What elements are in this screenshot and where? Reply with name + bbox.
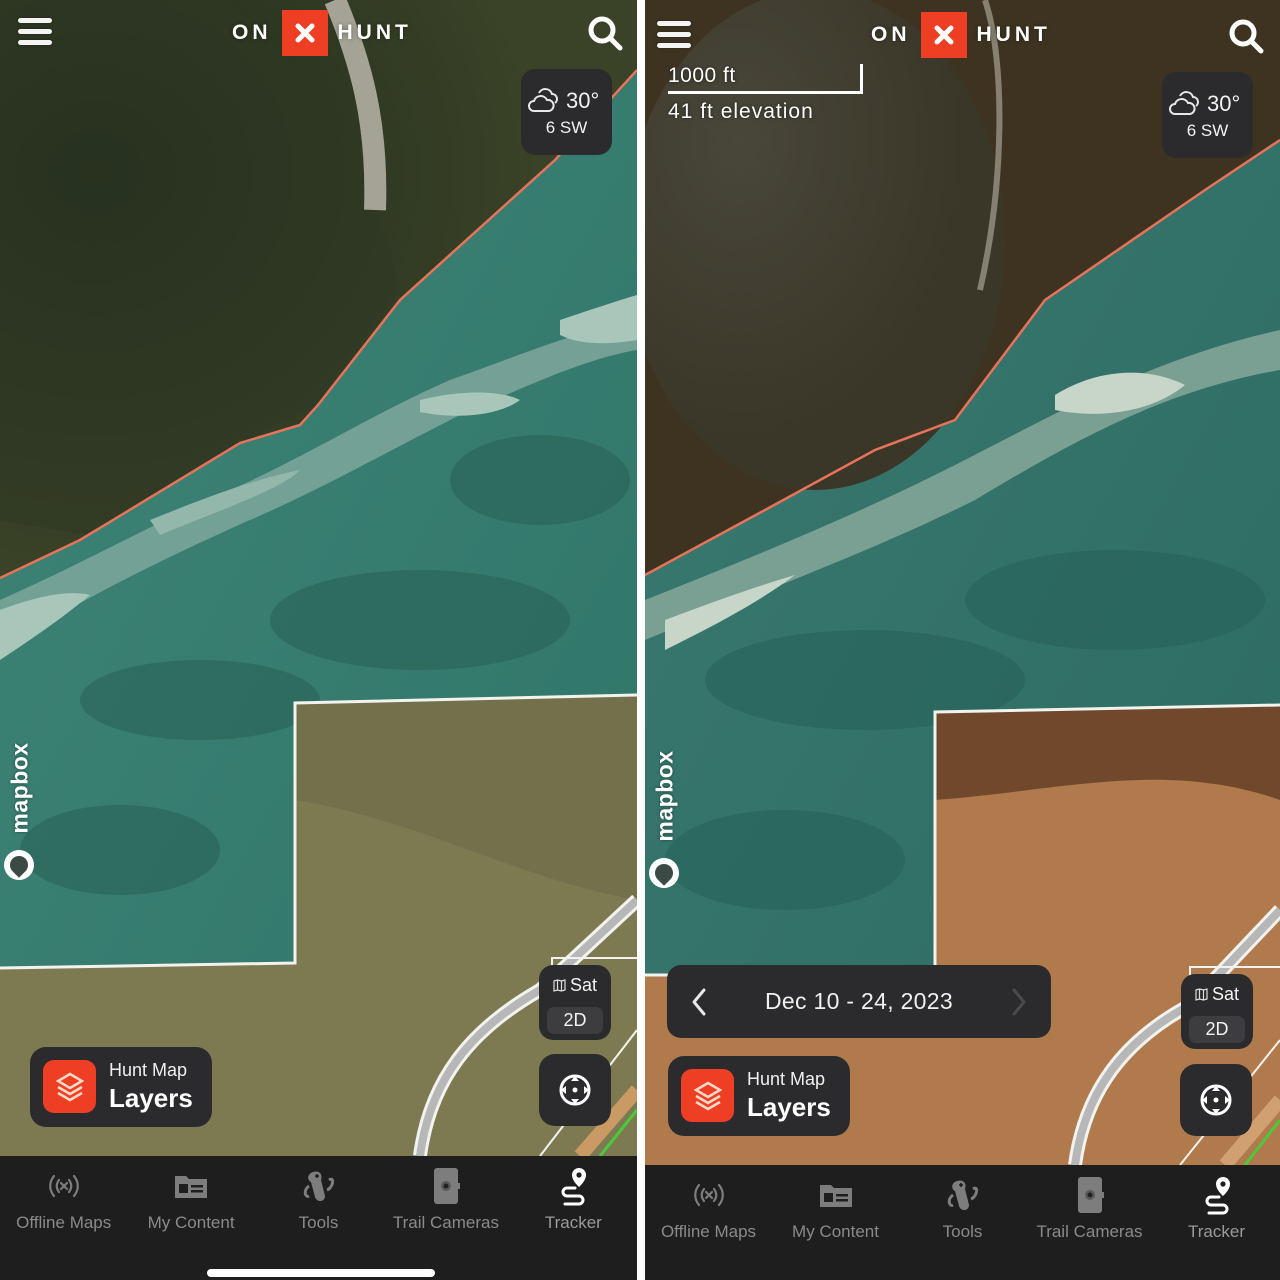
menu-icon: [18, 18, 52, 23]
scale-distance: 1000 ft: [668, 64, 863, 94]
mapbox-attribution[interactable]: mapbox: [645, 748, 685, 888]
nav-my-content[interactable]: My Content: [772, 1165, 899, 1280]
elevation-readout: 41 ft elevation: [668, 100, 814, 123]
route-pin-icon: [1205, 1177, 1230, 1215]
multitool-icon: [947, 1180, 978, 1211]
bottom-nav: Offline Maps My Content Tools Trail Came…: [0, 1156, 637, 1280]
weather-widget[interactable]: 30° 6 SW: [521, 69, 612, 155]
date-range-label: Dec 10 - 24, 2023: [765, 988, 953, 1014]
nav-my-content[interactable]: My Content: [127, 1156, 254, 1280]
temperature: 30°: [566, 88, 600, 113]
search-button[interactable]: [586, 14, 624, 52]
folder-icon: [819, 1185, 852, 1207]
nav-trail-cameras[interactable]: Trail Cameras: [1026, 1165, 1153, 1280]
nav-tracker[interactable]: Tracker: [510, 1156, 637, 1280]
onx-hunt-logo: ON HUNT: [232, 10, 412, 56]
search-button[interactable]: [1227, 17, 1265, 55]
search-icon: [588, 16, 623, 51]
crosshair-locate-icon: [1200, 1084, 1232, 1116]
mapbox-logo-icon: [649, 858, 679, 888]
crosshair-locate-icon: [559, 1074, 591, 1106]
route-pin-icon: [561, 1168, 587, 1206]
onx-hunt-logo: ON HUNT: [871, 12, 1051, 58]
multitool-icon: [303, 1171, 334, 1202]
scale-bar: 1000 ft 41 ft elevation: [668, 64, 863, 124]
search-icon: [1229, 19, 1264, 54]
folder-icon: [175, 1176, 208, 1198]
offline-signal-icon: [48, 1174, 79, 1198]
cloudy-icon: [1169, 91, 1199, 115]
locate-button[interactable]: [539, 1054, 611, 1126]
map-style-button[interactable]: Sat: [1181, 984, 1253, 1005]
locate-button[interactable]: [1180, 1064, 1252, 1136]
trail-camera-icon: [433, 1168, 460, 1204]
layers-icon: [43, 1060, 96, 1113]
hunt-map-layers-button[interactable]: Hunt Map Layers: [30, 1047, 212, 1127]
wind-speed: 6 SW: [545, 118, 588, 137]
map-panel-left: ON HUNT 30° 6 SW mapbox Sat 2D Hunt Map …: [0, 0, 637, 1280]
satellite-map[interactable]: ON HUNT 1000 ft 41 ft elevation 30° 6 SW…: [645, 0, 1280, 1165]
wind-speed: 6 SW: [1186, 121, 1229, 140]
map-style-control: Sat 2D: [1181, 974, 1253, 1049]
home-indicator[interactable]: [207, 1269, 435, 1277]
trail-camera-icon: [1077, 1177, 1104, 1213]
nav-tools[interactable]: Tools: [255, 1156, 382, 1280]
map-icon: [1195, 988, 1208, 1001]
chevron-right-icon[interactable]: [1007, 985, 1031, 1019]
satellite-map[interactable]: ON HUNT 30° 6 SW mapbox Sat 2D Hunt Map …: [0, 0, 637, 1156]
map-style-button[interactable]: Sat: [539, 975, 611, 996]
nav-tools[interactable]: Tools: [899, 1165, 1026, 1280]
menu-button[interactable]: [657, 19, 693, 51]
menu-icon: [657, 21, 691, 26]
map-style-control: Sat 2D: [539, 965, 611, 1040]
bottom-nav: Offline Maps My Content Tools Trail Came…: [645, 1165, 1280, 1280]
mapbox-attribution[interactable]: mapbox: [0, 740, 40, 880]
map-panel-right: ON HUNT 1000 ft 41 ft elevation 30° 6 SW…: [645, 0, 1280, 1280]
layers-icon: [681, 1069, 734, 1122]
nav-tracker[interactable]: Tracker: [1153, 1165, 1280, 1280]
menu-button[interactable]: [18, 16, 54, 48]
hunt-map-layers-button[interactable]: Hunt Map Layers: [668, 1056, 850, 1136]
nav-offline-maps[interactable]: Offline Maps: [0, 1156, 127, 1280]
imagery-date-range: Dec 10 - 24, 2023: [667, 965, 1051, 1038]
mapbox-logo-icon: [4, 850, 34, 880]
nav-offline-maps[interactable]: Offline Maps: [645, 1165, 772, 1280]
2d-3d-toggle[interactable]: 2D: [547, 1007, 603, 1034]
weather-widget[interactable]: 30° 6 SW: [1162, 72, 1253, 158]
offline-signal-icon: [693, 1183, 724, 1207]
temperature: 30°: [1207, 91, 1241, 116]
nav-trail-cameras[interactable]: Trail Cameras: [382, 1156, 509, 1280]
x-logo-icon: [281, 10, 328, 56]
x-logo-icon: [920, 12, 967, 58]
cloudy-icon: [528, 88, 558, 112]
map-icon: [553, 979, 566, 992]
2d-3d-toggle[interactable]: 2D: [1189, 1016, 1245, 1043]
